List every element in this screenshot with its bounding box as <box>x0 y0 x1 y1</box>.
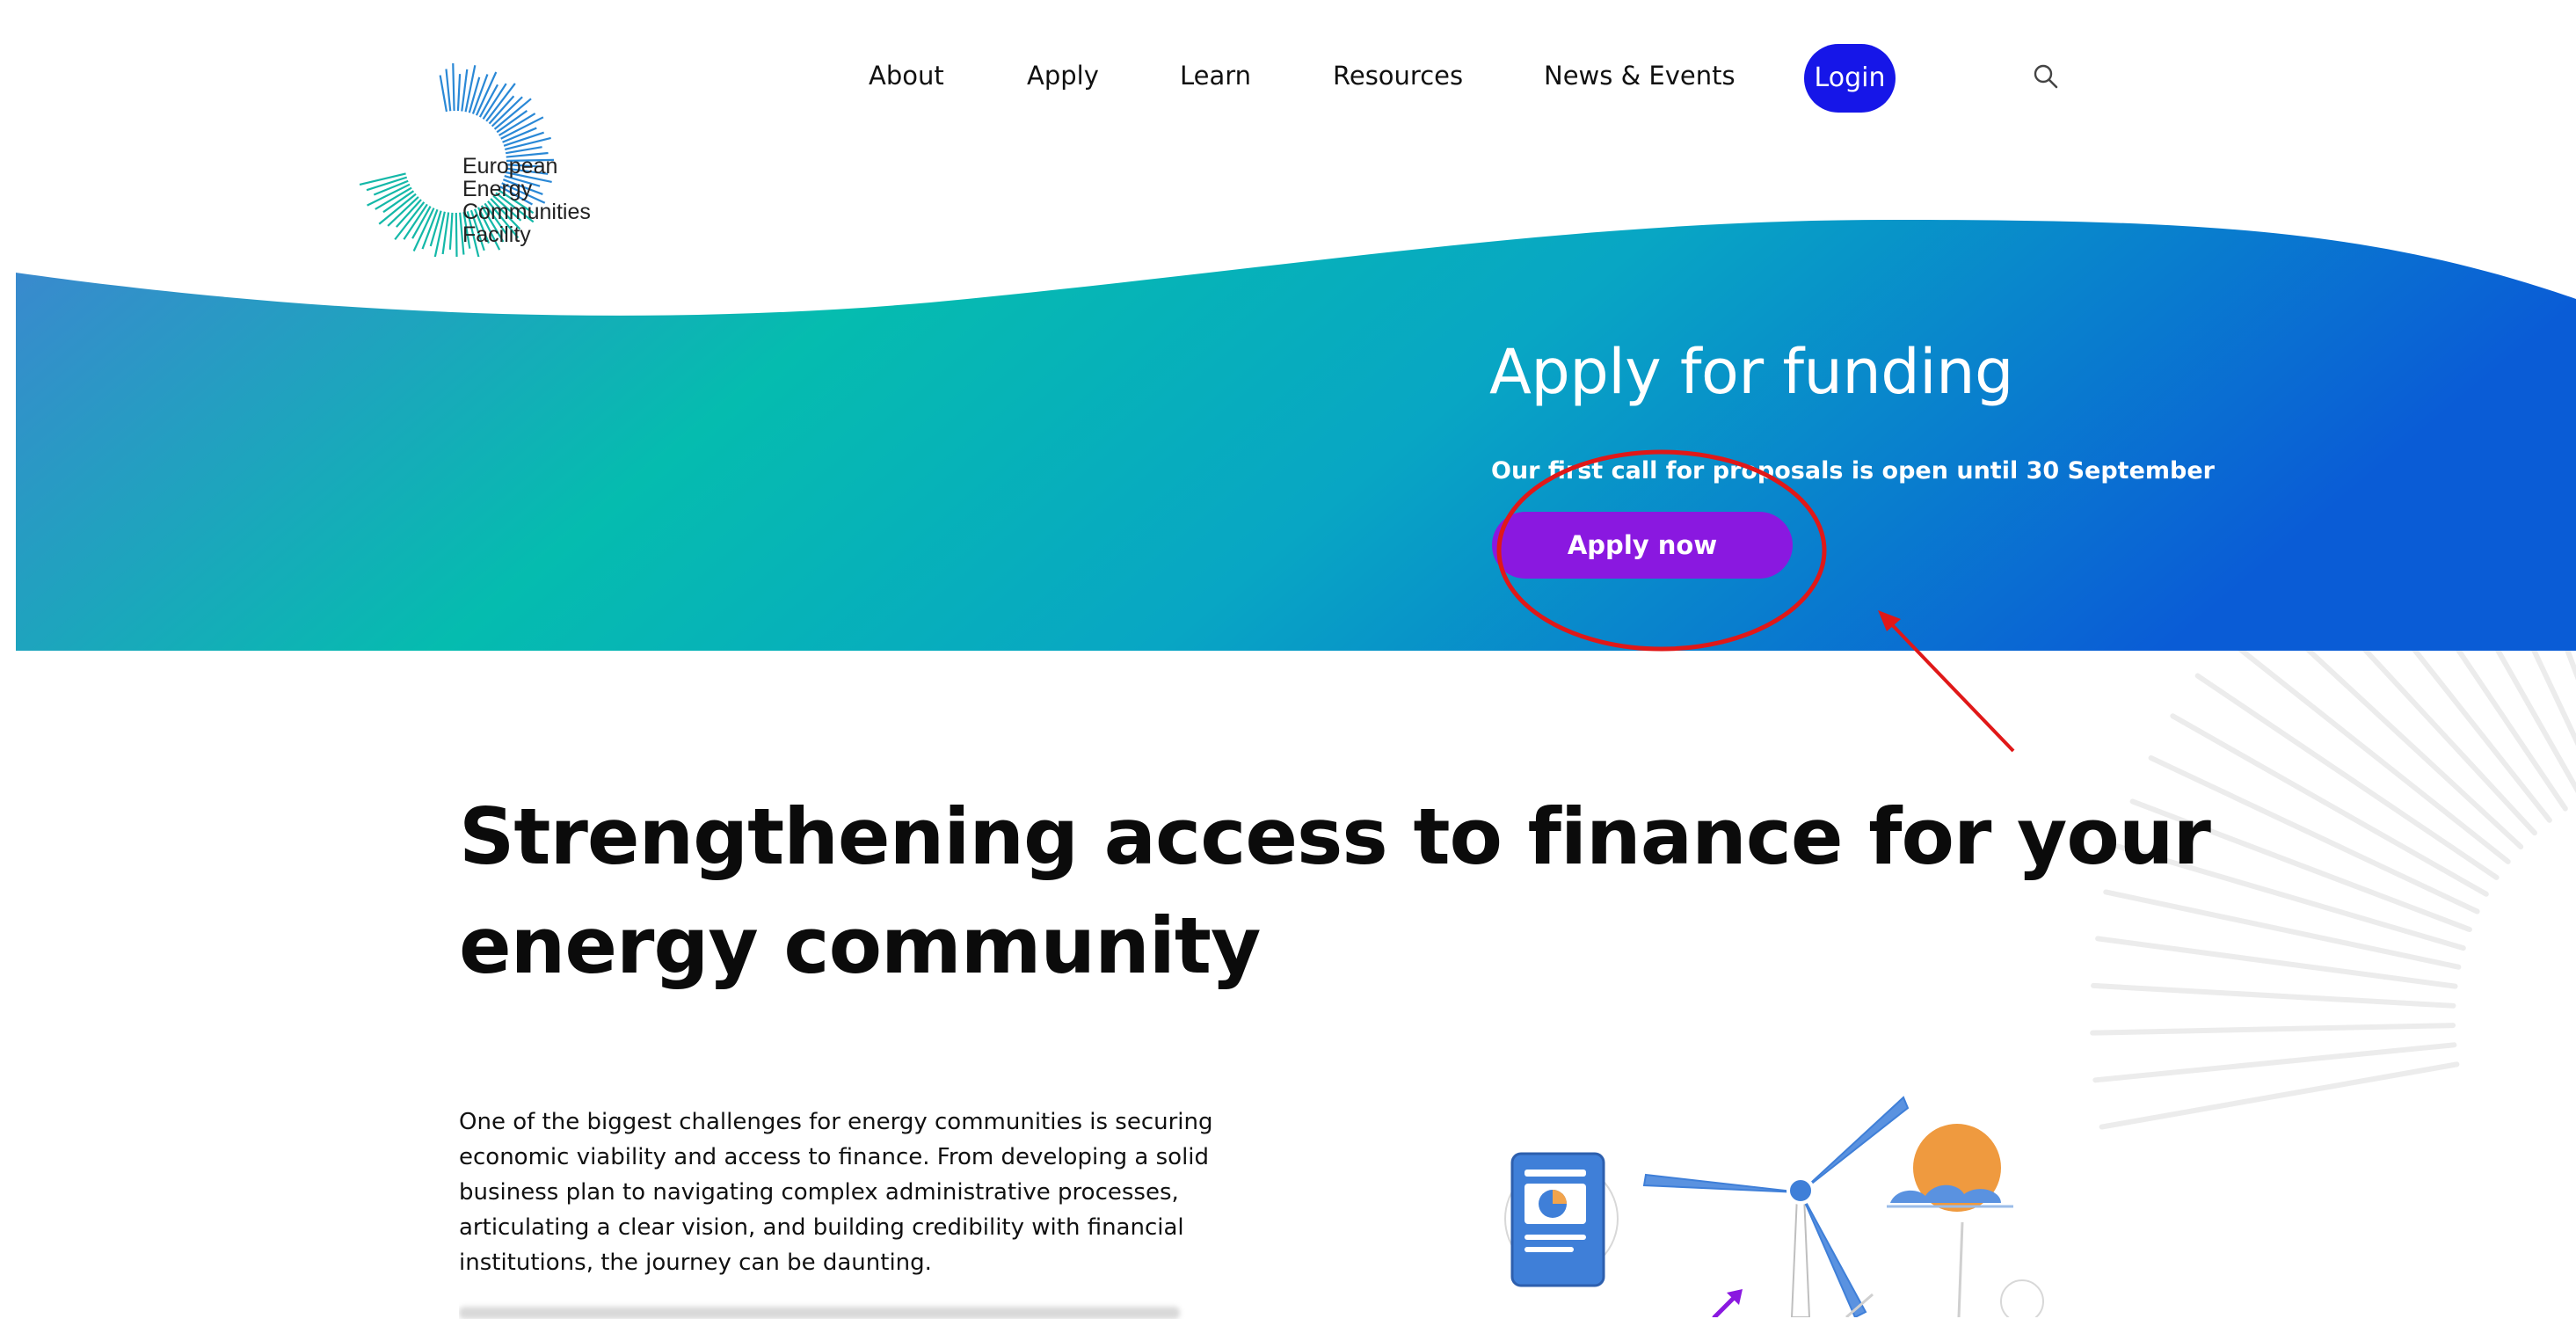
section-heading: Strengthening access to finance for your… <box>459 783 2211 1001</box>
login-button[interactable]: Login <box>1804 44 1896 113</box>
logo-ray <box>452 63 455 112</box>
body-line: articulating a clear vision, and buildin… <box>459 1214 1184 1241</box>
body-line: institutions, the journey can be dauntin… <box>459 1250 932 1276</box>
hero-subtitle: Our first call for proposals is open unt… <box>1491 457 2215 485</box>
body-line: One of the biggest challenges for energy… <box>459 1109 1213 1135</box>
second-turbine-icon <box>1957 1221 2044 1317</box>
wind-turbine-illustration <box>1504 1096 2044 1317</box>
logo-ray <box>439 75 448 113</box>
body-line: economic viability and access to finance… <box>459 1144 1210 1170</box>
document-chart-icon <box>1504 1152 1619 1287</box>
logo-ray <box>456 74 462 112</box>
background-ray <box>2223 635 2511 864</box>
section-body-continuation <box>459 1300 1250 1319</box>
logo-ray <box>455 212 458 261</box>
logo-ray <box>387 196 419 227</box>
background-ray <box>2103 889 2462 970</box>
page: European Energy Communities Facility Abo… <box>0 0 2576 1319</box>
nav-item-learn[interactable]: Learn <box>1180 56 1251 95</box>
wind-turbine-icon <box>1642 1096 1910 1317</box>
nav-item-about[interactable]: About <box>869 56 944 95</box>
growth-arrow-icon <box>1712 1289 1743 1317</box>
background-ray <box>2090 1023 2456 1036</box>
background-ray <box>2099 1061 2460 1130</box>
logo-line: Facility <box>462 222 531 247</box>
background-ray <box>2194 673 2500 880</box>
logo-line: Communities <box>462 200 591 224</box>
site-logo[interactable]: European Energy Communities Facility <box>352 63 633 261</box>
background-ray <box>2091 982 2456 1009</box>
body-line: business plan to navigating complex admi… <box>459 1179 1179 1206</box>
nav-item-resources[interactable]: Resources <box>1333 56 1463 95</box>
hero-title: Apply for funding <box>1489 336 2013 408</box>
nav-item-apply[interactable]: Apply <box>1027 56 1099 95</box>
search-icon[interactable] <box>2031 62 2061 91</box>
logo-line: Energy <box>462 177 533 201</box>
section-heading-line: energy community <box>459 900 1261 991</box>
section-body: One of the biggest challenges for energy… <box>459 1104 1277 1280</box>
logo-ray <box>445 69 452 112</box>
logo-wordmark: European Energy Communities Facility <box>462 155 621 246</box>
logo-line: European <box>462 154 558 179</box>
logo-ray <box>448 212 454 250</box>
logo-ray <box>491 96 523 128</box>
section-heading-line: Strengthening access to finance for your <box>459 791 2211 882</box>
background-ray <box>2092 1042 2457 1083</box>
background-ray <box>2095 936 2458 989</box>
background-ray <box>2170 713 2489 897</box>
apply-now-button[interactable]: Apply now <box>1492 512 1793 579</box>
nav-item-news-events[interactable]: News & Events <box>1544 56 1736 95</box>
